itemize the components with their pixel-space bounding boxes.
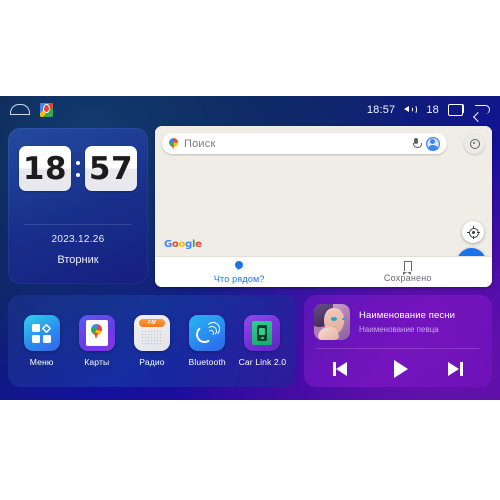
google-maps-pin-icon (169, 137, 178, 150)
google-maps-badge-icon[interactable] (40, 102, 53, 117)
app-car-link[interactable]: Car Link 2.0 (236, 315, 288, 367)
app-maps[interactable]: Карты (71, 315, 123, 367)
app-maps-label: Карты (84, 357, 110, 367)
play-icon[interactable] (385, 358, 411, 380)
gear-icon (469, 138, 480, 149)
volume-level: 18 (426, 103, 439, 116)
status-time: 18:57 (366, 103, 396, 116)
car-link-icon (244, 315, 281, 351)
map-bottom-tabs: Что рядом? Сохранено (155, 256, 492, 287)
app-menu-label: Меню (29, 357, 54, 367)
volume-icon[interactable] (404, 104, 417, 115)
fm-badge: FM (138, 319, 165, 327)
bluetooth-phone-icon (189, 315, 226, 351)
app-radio[interactable]: FM Радио (126, 315, 178, 367)
tab-nearby-label: Что рядом? (213, 273, 265, 284)
clock-date: 2023.12.26 (51, 234, 105, 245)
skip-previous-icon[interactable] (329, 358, 355, 380)
recents-icon[interactable] (448, 103, 464, 116)
app-radio-label: Радио (139, 357, 165, 367)
status-bar-left (10, 102, 53, 117)
track-artist: Наименование певца (359, 325, 439, 334)
my-location-icon (466, 225, 480, 239)
tab-nearby[interactable]: Что рядом? (155, 260, 324, 284)
music-meta: Наименование песни Наименование певца (359, 310, 482, 334)
bookmark-icon (403, 261, 412, 275)
google-attribution: Google (164, 239, 202, 250)
map-pin-icon (235, 260, 244, 272)
home-icon[interactable] (10, 104, 30, 115)
apps-dock: Меню Карты FM Радио Bluetooth Car Link 2… (8, 295, 296, 387)
music-player-widget[interactable]: Наименование песни Наименование певца (304, 295, 492, 387)
track-title: Наименование песни (359, 310, 456, 321)
map-search-bar[interactable]: Поиск (162, 133, 447, 154)
music-track-info: Наименование песни Наименование певца (314, 304, 482, 340)
clock-divider (24, 224, 132, 225)
map-settings-button[interactable] (464, 133, 485, 154)
my-location-button[interactable] (462, 221, 484, 243)
clock-hours: 18 (19, 146, 71, 191)
app-menu[interactable]: Меню (16, 315, 68, 367)
microphone-icon[interactable] (413, 137, 422, 150)
clock-widget[interactable]: 18 57 2023.12.26 Вторник (8, 128, 148, 284)
skip-next-icon[interactable] (441, 358, 467, 380)
music-divider (316, 348, 480, 349)
status-bar-right: 18:57 18 (366, 103, 490, 116)
clock-weekday: Вторник (57, 254, 99, 266)
car-head-unit-screen: 18:57 18 18 57 2023.12.26 Вторник Поиск (0, 96, 500, 400)
music-controls (314, 355, 482, 383)
back-icon[interactable] (473, 104, 490, 116)
flip-clock: 18 57 (8, 146, 148, 191)
tab-saved-label: Сохранено (383, 273, 432, 283)
album-art-portrait (314, 304, 350, 340)
account-avatar-icon[interactable] (426, 136, 440, 151)
google-maps-icon (78, 315, 115, 351)
search-input[interactable]: Поиск (184, 138, 407, 150)
fm-radio-icon: FM (133, 315, 170, 351)
app-bluetooth[interactable]: Bluetooth (181, 315, 233, 367)
app-bluetooth-label: Bluetooth (188, 357, 226, 367)
status-bar: 18:57 18 (0, 96, 500, 123)
tab-saved[interactable]: Сохранено (324, 261, 493, 283)
grid-menu-icon (23, 315, 60, 351)
google-maps-widget[interactable]: Поиск Google СТАРТ Что рядом? (155, 126, 492, 287)
clock-colon (74, 160, 82, 177)
clock-minutes: 57 (85, 146, 137, 191)
app-car-link-label: Car Link 2.0 (238, 357, 287, 367)
